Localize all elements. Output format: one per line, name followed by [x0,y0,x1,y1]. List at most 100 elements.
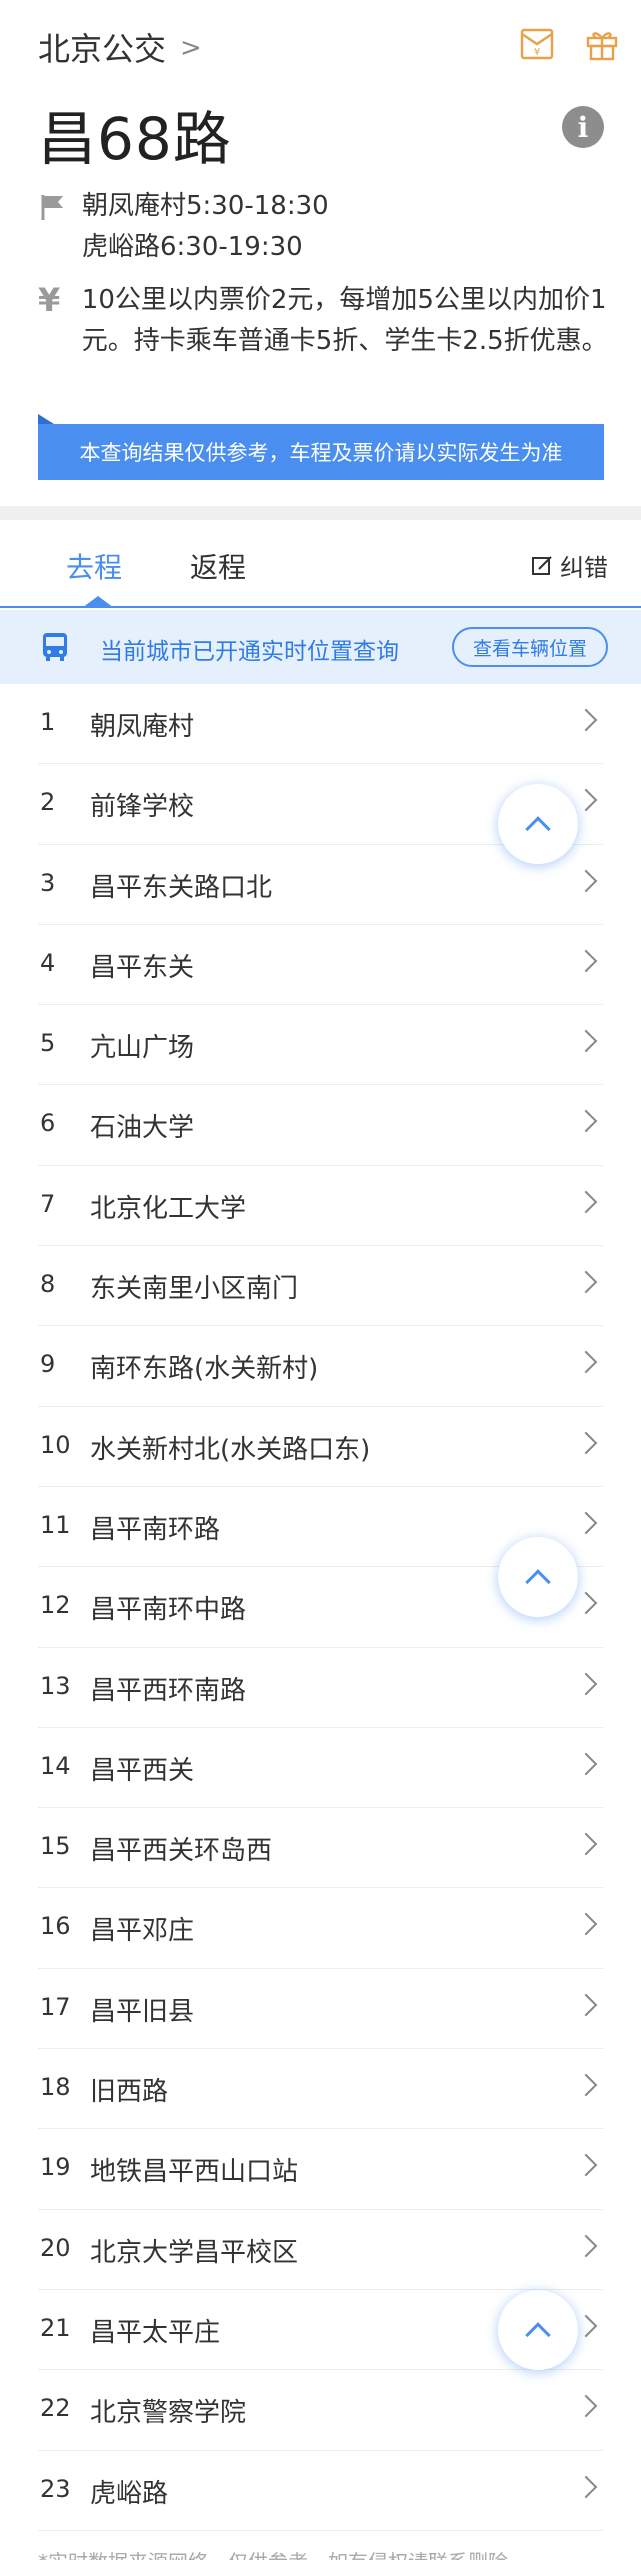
station-row[interactable]: 19 地铁昌平西山口站 [0,2129,641,2210]
station-number: 20 [40,2233,71,2262]
chevron-right-icon [574,1270,598,1294]
station-number: 4 [40,948,56,977]
station-row[interactable]: 10 水关新村北(水关路口东) [0,1407,641,1488]
station-name: 昌平西关环岛西 [90,1836,273,1867]
station-number: 10 [40,1430,71,1459]
station-name: 昌平邓庄 [90,1916,195,1947]
city-selector[interactable]: 北京公交 > [38,24,202,70]
station-name: 朝凤庵村 [90,712,195,742]
station-number: 11 [40,1510,71,1539]
view-vehicle-position-button[interactable]: 查看车辆位置 [452,627,608,667]
chevron-right-icon [574,869,598,892]
edit-icon [532,555,552,575]
station-name: 昌平东关 [90,952,195,983]
station-name: 前锋学校 [90,792,195,823]
chevron-right-icon [574,1752,598,1776]
station-number: 2 [40,788,56,817]
chevron-right-icon [574,1190,598,1214]
station-row[interactable]: 15 昌平西关环岛西 [0,1808,641,1889]
scroll-top-button[interactable] [498,2290,578,2370]
tab-return[interactable]: 返程 [190,546,246,586]
station-number: 6 [40,1109,56,1138]
station-row[interactable]: 23 虎峪路 [0,2451,641,2532]
station-number: 13 [40,1671,71,1700]
fare-text: 10公里以内票价2元，每增加5公里以内加价1元。持卡乘车普通卡5折、学生卡2.5… [81,285,608,356]
station-name: 昌平太平庄 [90,2317,221,2348]
chevron-right-icon [574,2234,598,2257]
station-row[interactable]: 13 昌平西环南路 [0,1648,641,1729]
chevron-right-icon [574,1029,598,1053]
chevron-right-icon [574,1511,598,1535]
footer-note: *实时数据来源网络，仅供参考，如有侵权请联系删除 [38,2546,508,2560]
station-row[interactable]: 18 旧西路 [0,2049,641,2130]
station-number: 14 [40,1751,71,1780]
chevron-right-icon [574,2073,598,2097]
station-number: 5 [40,1029,56,1058]
chevron-right-icon [574,1832,598,1856]
chevron-right-icon: > [180,33,202,63]
station-row[interactable]: 7 北京化工大学 [0,1166,641,1247]
realtime-bar: 当前城市已开通实时位置查询 查看车辆位置 [0,610,641,684]
station-number: 16 [40,1912,71,1941]
station-row[interactable]: 20 北京大学昌平校区 [0,2210,641,2291]
station-number: 9 [40,1350,56,1379]
station-name: 虎峪路 [90,2478,169,2509]
tab-forward[interactable]: 去程 [66,546,122,586]
station-row[interactable]: 14 昌平西关 [0,1728,641,1809]
chevron-right-icon [574,1110,598,1133]
station-number: 15 [40,1832,71,1861]
station-name: 昌平旧县 [90,1996,195,2027]
chevron-right-icon [574,1672,598,1695]
chevron-right-icon [574,788,598,812]
station-row[interactable]: 22 北京警察学院 [0,2370,641,2451]
station-number: 18 [40,2073,71,2102]
scroll-top-button[interactable] [498,1537,578,1617]
envelope-yuan-icon[interactable]: ¥ [519,26,555,62]
operating-hours: 朝凤庵村5:30-18:30 虎峪路6:30-19:30 [38,186,329,268]
svg-text:¥: ¥ [534,47,540,58]
yuan-icon: ¥ [38,281,61,319]
station-row[interactable]: 6 石油大学 [0,1085,641,1167]
station-row[interactable]: 5 亢山广场 [0,1005,641,1086]
station-number: 7 [40,1189,56,1218]
station-row[interactable]: 8 东关南里小区南门 [0,1246,641,1327]
first-stop-hours: 朝凤庵村5:30-18:30 [82,191,329,221]
chevron-up-icon [525,816,551,842]
station-name: 昌平南环路 [90,1514,221,1545]
station-number: 22 [40,2394,71,2423]
station-number: 3 [40,868,56,897]
fare-info: ¥ 10公里以内票价2元，每增加5公里以内加价1元。持卡乘车普通卡5折、学生卡2… [38,280,608,362]
chevron-right-icon [574,2154,598,2177]
station-name: 地铁昌平西山口站 [90,2157,299,2188]
station-name: 昌平南环中路 [90,1595,247,1626]
report-error-button[interactable]: 纠错 [530,548,608,583]
chevron-right-icon [574,1351,598,1374]
active-tab-indicator [82,596,114,608]
chevron-up-icon [525,1569,551,1595]
station-row[interactable]: 1 朝凤庵村 [0,684,641,765]
last-stop-hours: 虎峪路6:30-19:30 [82,232,303,262]
scroll-top-button[interactable] [498,784,578,864]
chevron-right-icon [574,1431,598,1454]
station-number: 17 [40,1992,71,2021]
station-name: 昌平西环南路 [90,1675,247,1706]
chevron-right-icon [574,2394,598,2418]
direction-tabs: 去程 返程 纠错 [0,520,641,608]
chevron-right-icon [574,1993,598,2017]
chevron-up-icon [525,2322,551,2348]
station-row[interactable]: 9 南环东路(水关新村) [0,1326,641,1407]
info-icon[interactable]: i [562,106,604,148]
route-title: 昌68路 [38,105,232,173]
station-name: 东关南里小区南门 [90,1274,299,1305]
realtime-text: 当前城市已开通实时位置查询 [100,639,399,665]
station-row[interactable]: 17 昌平旧县 [0,1969,641,2050]
station-name: 石油大学 [90,1113,195,1144]
chevron-right-icon [574,708,598,732]
station-name: 昌平西关 [90,1755,195,1786]
chevron-right-icon [574,949,598,973]
flag-icon [41,195,63,220]
station-row[interactable]: 4 昌平东关 [0,925,641,1006]
gift-icon[interactable] [584,26,620,62]
station-row[interactable]: 16 昌平邓庄 [0,1888,641,1970]
station-number: 19 [40,2153,71,2182]
